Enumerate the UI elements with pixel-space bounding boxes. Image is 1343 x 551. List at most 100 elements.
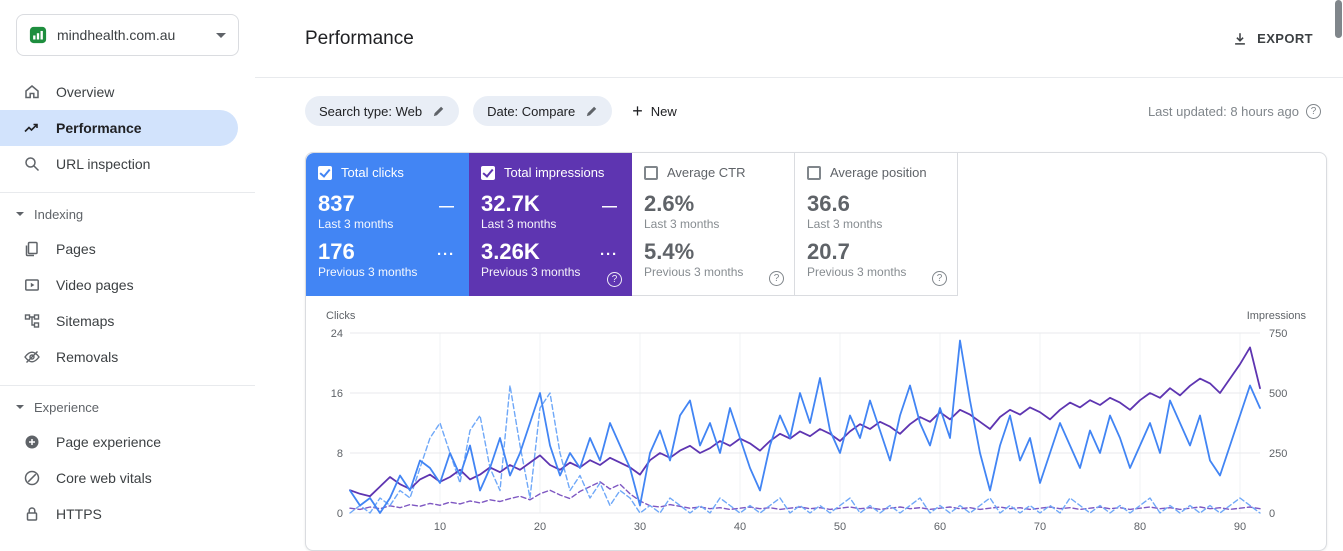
x-tick-label: 30 [634, 521, 646, 533]
sitemaps-icon [24, 314, 40, 328]
sidebar-item-label: Sitemaps [56, 313, 115, 329]
sidebar-item-sitemaps[interactable]: Sitemaps [0, 303, 238, 339]
performance-card: Total clicks 837 — Last 3 months 176 ···… [305, 152, 1327, 551]
x-tick-label: 90 [1234, 521, 1246, 533]
new-filter-button[interactable]: + New [626, 102, 683, 120]
help-icon[interactable]: ? [1306, 103, 1321, 119]
chip-label: Date: Compare [487, 103, 576, 119]
main-content: Performance EXPORT Search type: Web Date… [255, 0, 1343, 551]
sidebar-item-label: Performance [56, 120, 142, 136]
performance-chart[interactable]: 10 20 30 40 50 60 70 80 90 0 8 16 24 0 250 500 750 [324, 325, 1310, 537]
section-header-indexing[interactable]: Indexing [0, 197, 255, 231]
metric-value-previous: 20.7 [807, 239, 850, 265]
x-tick-label: 60 [934, 521, 946, 533]
metric-card-average-position[interactable]: Average position 36.6 Last 3 months 20.7… [795, 153, 958, 296]
chart-series-3 [349, 481, 1261, 511]
right-tick-label: 250 [1269, 448, 1287, 460]
export-label: EXPORT [1257, 31, 1313, 46]
x-tick-label: 10 [434, 521, 446, 533]
average-ctr-checkbox[interactable] [644, 165, 658, 180]
sidebar-item-pages[interactable]: Pages [0, 231, 238, 267]
x-tick-label: 70 [1034, 521, 1046, 533]
chevron-down-icon [16, 212, 24, 216]
sidebar-item-label: Video pages [56, 277, 134, 293]
metric-caption-current: Last 3 months [318, 217, 394, 232]
sidebar-item-label: Core web vitals [56, 470, 152, 486]
right-tick-label: 0 [1269, 508, 1275, 520]
chart-series-0 [349, 339, 1261, 514]
sidebar-nav: Overview Performance URL inspection [0, 74, 255, 182]
sidebar-item-label: HTTPS [56, 506, 102, 522]
filter-bar: Search type: Web Date: Compare + New Las… [255, 78, 1343, 126]
metric-label: Total clicks [341, 165, 404, 180]
help-icon[interactable]: ? [932, 271, 947, 286]
sidebar-item-core-web-vitals[interactable]: Core web vitals [0, 460, 238, 496]
x-tick-label: 80 [1134, 521, 1146, 533]
sidebar-item-label: URL inspection [56, 156, 151, 172]
performance-icon [24, 123, 38, 133]
page-header: Performance EXPORT [255, 0, 1343, 78]
page-experience-icon [25, 435, 39, 449]
metric-value-current: 837 [318, 191, 355, 216]
total-clicks-checkbox[interactable] [318, 165, 332, 180]
metric-caption-current: Last 3 months [807, 217, 883, 232]
property-icon [29, 26, 47, 44]
sidebar-item-label: Overview [56, 84, 115, 100]
sidebar-item-https[interactable]: HTTPS [0, 496, 238, 532]
right-tick-label: 750 [1269, 328, 1287, 340]
new-filter-label: New [650, 103, 677, 119]
sidebar-section-indexing: Indexing Pages Video pages Sitemaps Remo… [0, 192, 255, 375]
right-axis-title: Impressions [1246, 310, 1306, 322]
metric-value-previous: 176 [318, 239, 355, 265]
total-impressions-checkbox[interactable] [481, 165, 495, 180]
plus-icon: + [632, 101, 643, 121]
export-button[interactable]: EXPORT [1232, 31, 1313, 47]
left-tick-label: 8 [337, 448, 343, 460]
home-icon [25, 85, 39, 99]
metric-card-total-clicks[interactable]: Total clicks 837 — Last 3 months 176 ···… [306, 153, 469, 296]
metric-card-average-ctr[interactable]: Average CTR 2.6% Last 3 months 5.4% Prev… [632, 153, 795, 296]
sidebar-item-overview[interactable]: Overview [0, 74, 238, 110]
metric-label: Average position [830, 165, 927, 180]
left-tick-label: 16 [331, 388, 343, 400]
date-compare-chip[interactable]: Date: Compare [473, 96, 613, 126]
metric-value-previous: 5.4% [644, 239, 695, 265]
section-label: Experience [34, 399, 100, 415]
left-axis-title: Clicks [326, 310, 356, 322]
solid-line-legend-icon: — [439, 198, 455, 215]
metric-tiles: Total clicks 837 — Last 3 months 176 ···… [306, 153, 1326, 296]
property-selector[interactable]: mindhealth.com.au [16, 14, 239, 56]
scrollbar-thumb[interactable] [1335, 0, 1342, 38]
metric-card-total-impressions[interactable]: Total impressions 32.7K — Last 3 months … [469, 153, 632, 296]
sidebar: mindhealth.com.au Overview Performance U… [0, 0, 255, 551]
help-icon[interactable]: ? [769, 271, 784, 286]
removals-eye-off-icon [24, 351, 40, 363]
sidebar-item-page-experience[interactable]: Page experience [0, 424, 238, 460]
sidebar-item-label: Page experience [56, 434, 162, 450]
x-tick-label: 20 [534, 521, 546, 533]
left-tick-label: 24 [331, 328, 343, 340]
metric-caption-current: Last 3 months [481, 217, 557, 232]
search-type-chip[interactable]: Search type: Web [305, 96, 460, 126]
scrollbar[interactable] [1334, 0, 1343, 551]
dotted-line-legend-icon: ··· [600, 246, 618, 264]
left-tick-label: 0 [337, 508, 343, 520]
sidebar-item-url-inspection[interactable]: URL inspection [0, 146, 238, 182]
core-web-vitals-icon [24, 470, 40, 486]
sidebar-item-removals[interactable]: Removals [0, 339, 238, 375]
help-icon[interactable]: ? [607, 272, 622, 287]
metric-caption-previous: Previous 3 months [318, 265, 418, 280]
pencil-icon [587, 106, 597, 116]
sidebar-item-label: Removals [56, 349, 119, 365]
sidebar-item-video-pages[interactable]: Video pages [0, 267, 238, 303]
metric-caption-previous: Previous 3 months [644, 265, 744, 280]
solid-line-legend-icon: — [602, 198, 618, 215]
sidebar-item-performance[interactable]: Performance [0, 110, 238, 146]
page-title: Performance [305, 27, 414, 49]
magnifier-icon [25, 157, 40, 172]
dotted-line-legend-icon: ··· [437, 246, 455, 264]
metric-label: Average CTR [667, 165, 746, 180]
metric-caption-current: Last 3 months [644, 217, 720, 232]
section-header-experience[interactable]: Experience [0, 390, 255, 424]
average-position-checkbox[interactable] [807, 165, 821, 180]
